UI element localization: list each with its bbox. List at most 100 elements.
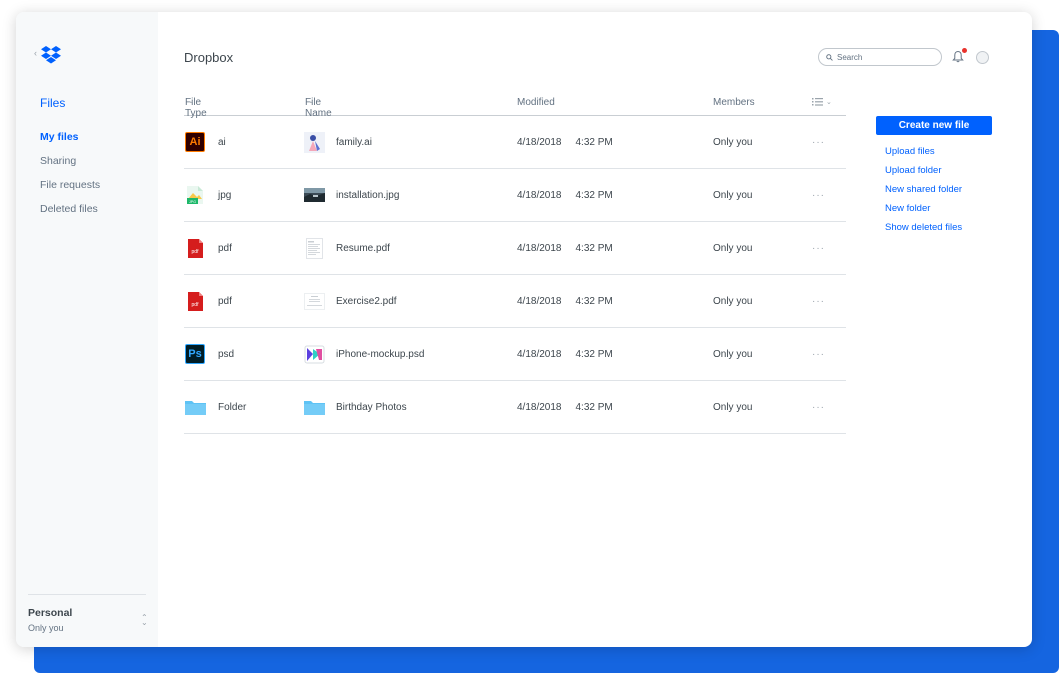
- file-name-label: iPhone-mockup.psd: [336, 348, 425, 360]
- jpg-badge-text: JPG: [189, 200, 196, 204]
- sidebar-item-file-requests[interactable]: File requests: [40, 179, 100, 203]
- avatar[interactable]: [976, 51, 989, 64]
- pdf-icon: pdf: [185, 238, 205, 258]
- account-subtitle: Only you: [28, 623, 64, 633]
- modified-cell: 4/18/2018 4:32 PM: [517, 275, 613, 327]
- image-file-icon: JPG: [185, 185, 205, 205]
- sidebar-item-deleted-files[interactable]: Deleted files: [40, 203, 100, 227]
- create-new-file-button[interactable]: Create new file: [876, 116, 992, 135]
- more-options-icon[interactable]: ···: [812, 169, 825, 221]
- document-thumbnail: [304, 291, 325, 312]
- document-thumbnail: [304, 237, 325, 259]
- chevron-down-icon: ⌄: [188, 98, 194, 105]
- list-view-icon: [812, 98, 823, 106]
- upload-files-link[interactable]: Upload files: [885, 146, 962, 165]
- modified-cell: 4/18/2018 4:32 PM: [517, 116, 613, 168]
- modified-date: 4/18/2018: [517, 348, 562, 360]
- table-row[interactable]: pdf pdf Resume.pdf 4/18/2018 4:32 PM Onl…: [184, 222, 846, 275]
- more-options-icon[interactable]: ···: [812, 222, 825, 274]
- new-shared-folder-link[interactable]: New shared folder: [885, 184, 962, 203]
- modified-date: 4/18/2018: [517, 136, 562, 148]
- sidebar: ‹ Files My files Sharing File requests D…: [16, 12, 158, 647]
- file-type-cell: JPG jpg: [185, 169, 231, 221]
- table-row[interactable]: pdf pdf Exercise2.pdf 4/18/2018 4:32 PM …: [184, 275, 846, 328]
- illustrator-badge: Ai: [185, 132, 205, 152]
- file-type-label: pdf: [218, 295, 232, 307]
- account-name[interactable]: Personal: [28, 607, 72, 619]
- file-type-label: ai: [218, 136, 226, 148]
- file-name-cell[interactable]: installation.jpg: [304, 169, 399, 221]
- sidebar-nav: My files Sharing File requests Deleted f…: [40, 131, 100, 227]
- modified-date: 4/18/2018: [517, 401, 562, 413]
- modified-date: 4/18/2018: [517, 295, 562, 307]
- members-cell: Only you: [713, 401, 753, 413]
- app-window: ‹ Files My files Sharing File requests D…: [16, 12, 1032, 647]
- members-cell: Only you: [713, 295, 753, 307]
- modified-time: 4:32 PM: [575, 348, 613, 360]
- file-name-label: Birthday Photos: [336, 401, 407, 413]
- members-cell: Only you: [713, 189, 753, 201]
- more-options-icon[interactable]: ···: [812, 328, 825, 380]
- modified-cell: 4/18/2018 4:32 PM: [517, 222, 613, 274]
- file-type-cell: pdf pdf: [185, 222, 232, 274]
- modified-date: 4/18/2018: [517, 189, 562, 201]
- table-row[interactable]: JPG jpg installation.jpg 4/18/2018 4:32 …: [184, 169, 846, 222]
- show-deleted-files-link[interactable]: Show deleted files: [885, 222, 962, 241]
- more-options-icon[interactable]: ···: [812, 381, 825, 433]
- pdf-badge-text: pdf: [191, 302, 199, 308]
- members-cell: Only you: [713, 136, 753, 148]
- search-input[interactable]: [837, 52, 937, 62]
- members-cell: Only you: [713, 348, 753, 360]
- modified-date: 4/18/2018: [517, 242, 562, 254]
- modified-time: 4:32 PM: [575, 401, 613, 413]
- modified-cell: 4/18/2018 4:32 PM: [517, 381, 613, 433]
- sidebar-item-sharing[interactable]: Sharing: [40, 155, 100, 179]
- file-type-cell: Ai ai: [185, 116, 226, 168]
- chevron-down-icon: ⌄: [826, 99, 832, 106]
- account-switcher-icon[interactable]: ⌃ ⌄: [141, 614, 148, 627]
- table-row[interactable]: Ps psd iPhone-mockup.psd 4/18/2018 4:32 …: [184, 328, 846, 381]
- file-type-cell: Folder: [185, 381, 246, 433]
- photoshop-badge: Ps: [185, 344, 205, 364]
- file-name-cell[interactable]: Exercise2.pdf: [304, 275, 397, 327]
- notification-dot: [962, 48, 967, 53]
- more-options-icon[interactable]: ···: [812, 116, 825, 168]
- pdf-badge-text: pdf: [191, 249, 199, 255]
- file-name-cell[interactable]: family.ai: [304, 116, 372, 168]
- search-icon: [826, 53, 833, 61]
- sidebar-title[interactable]: Files: [40, 96, 65, 110]
- modified-time: 4:32 PM: [575, 189, 613, 201]
- file-name-label: family.ai: [336, 136, 372, 148]
- view-options[interactable]: ⌄: [812, 98, 832, 109]
- modified-time: 4:32 PM: [575, 136, 613, 148]
- dropbox-logo-icon[interactable]: [41, 46, 61, 64]
- back-chevron-icon[interactable]: ‹: [34, 48, 37, 58]
- modified-cell: 4/18/2018 4:32 PM: [517, 328, 613, 380]
- more-options-icon[interactable]: ···: [812, 275, 825, 327]
- table-row[interactable]: Folder Birthday Photos 4/18/2018 4:32 PM…: [184, 381, 846, 434]
- file-type-cell: pdf pdf: [185, 275, 232, 327]
- search-box[interactable]: [818, 48, 942, 66]
- psd-thumbnail: [304, 344, 325, 365]
- file-name-cell[interactable]: Birthday Photos: [304, 381, 407, 433]
- file-name-cell[interactable]: Resume.pdf: [304, 222, 390, 274]
- action-links: Upload files Upload folder New shared fo…: [885, 146, 962, 241]
- sidebar-item-my-files[interactable]: My files: [40, 131, 100, 155]
- file-name-label: Exercise2.pdf: [336, 295, 397, 307]
- file-type-label: psd: [218, 348, 235, 360]
- pdf-icon: pdf: [185, 291, 205, 311]
- photoshop-icon: Ps: [185, 344, 205, 364]
- illustration-thumbnail: [304, 131, 325, 153]
- folder-icon: [304, 397, 325, 418]
- folder-icon: [185, 397, 206, 417]
- upload-folder-link[interactable]: Upload folder: [885, 165, 962, 184]
- modified-time: 4:32 PM: [575, 295, 613, 307]
- file-type-label: Folder: [218, 401, 247, 413]
- chevron-down-icon: ⌄: [308, 98, 314, 105]
- table-row[interactable]: Ai ai family.ai 4/18/2018 4:32 PM Only y…: [184, 116, 846, 169]
- table-header: File Type ⌄ File Name ⌄ Modified ⌄ Members ⌄…: [184, 97, 846, 119]
- chevron-down-icon: ⌄: [716, 98, 722, 105]
- file-type-label: jpg: [218, 189, 232, 201]
- file-name-cell[interactable]: iPhone-mockup.psd: [304, 328, 424, 380]
- new-folder-link[interactable]: New folder: [885, 203, 962, 222]
